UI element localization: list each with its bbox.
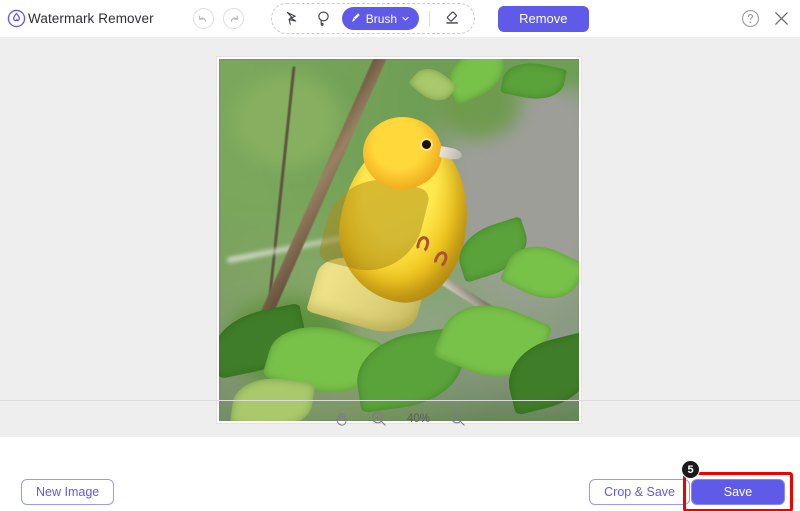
brush-icon	[349, 11, 362, 27]
crop-and-save-button[interactable]: Crop & Save	[589, 479, 690, 505]
undo-arrow-icon[interactable]	[193, 8, 214, 29]
polygonal-lasso-icon[interactable]	[279, 5, 309, 32]
watermark-remover-app: Watermark Remover	[0, 0, 800, 511]
app-header: Watermark Remover	[0, 0, 800, 37]
zoom-toolbar: 40%	[0, 400, 800, 437]
bird-photo[interactable]	[219, 59, 579, 421]
brand: Watermark Remover	[7, 9, 154, 28]
waterdrop-logo-icon	[7, 9, 26, 28]
chevron-down-icon[interactable]	[401, 12, 410, 26]
remove-button[interactable]: Remove	[498, 6, 588, 32]
eraser-icon[interactable]	[437, 5, 467, 32]
hand-pan-icon[interactable]	[333, 410, 351, 428]
help-question-icon[interactable]	[741, 9, 760, 28]
lasso-icon[interactable]	[309, 5, 339, 32]
close-x-icon[interactable]	[772, 9, 791, 28]
zoom-out-icon[interactable]	[449, 410, 467, 428]
editor-canvas[interactable]	[0, 37, 800, 437]
new-image-button[interactable]: New Image	[21, 479, 114, 505]
zoom-in-icon[interactable]	[370, 410, 388, 428]
brush-tool-label: Brush	[366, 12, 397, 26]
zoom-level-label: 40%	[407, 413, 430, 425]
selection-tool-group: Brush	[271, 3, 475, 34]
brush-tool-button[interactable]: Brush	[342, 7, 419, 30]
window-controls	[741, 0, 791, 37]
app-footer: New Image Crop & Save Save 5	[0, 472, 800, 511]
save-button[interactable]: Save	[691, 479, 785, 505]
redo-arrow-icon[interactable]	[223, 8, 244, 29]
annotation-step-badge: 5	[681, 460, 700, 479]
photo-bird-head	[363, 117, 442, 189]
image-frame	[217, 57, 581, 423]
tool-separator	[429, 11, 430, 26]
history-controls	[193, 8, 244, 29]
app-title: Watermark Remover	[28, 11, 154, 26]
